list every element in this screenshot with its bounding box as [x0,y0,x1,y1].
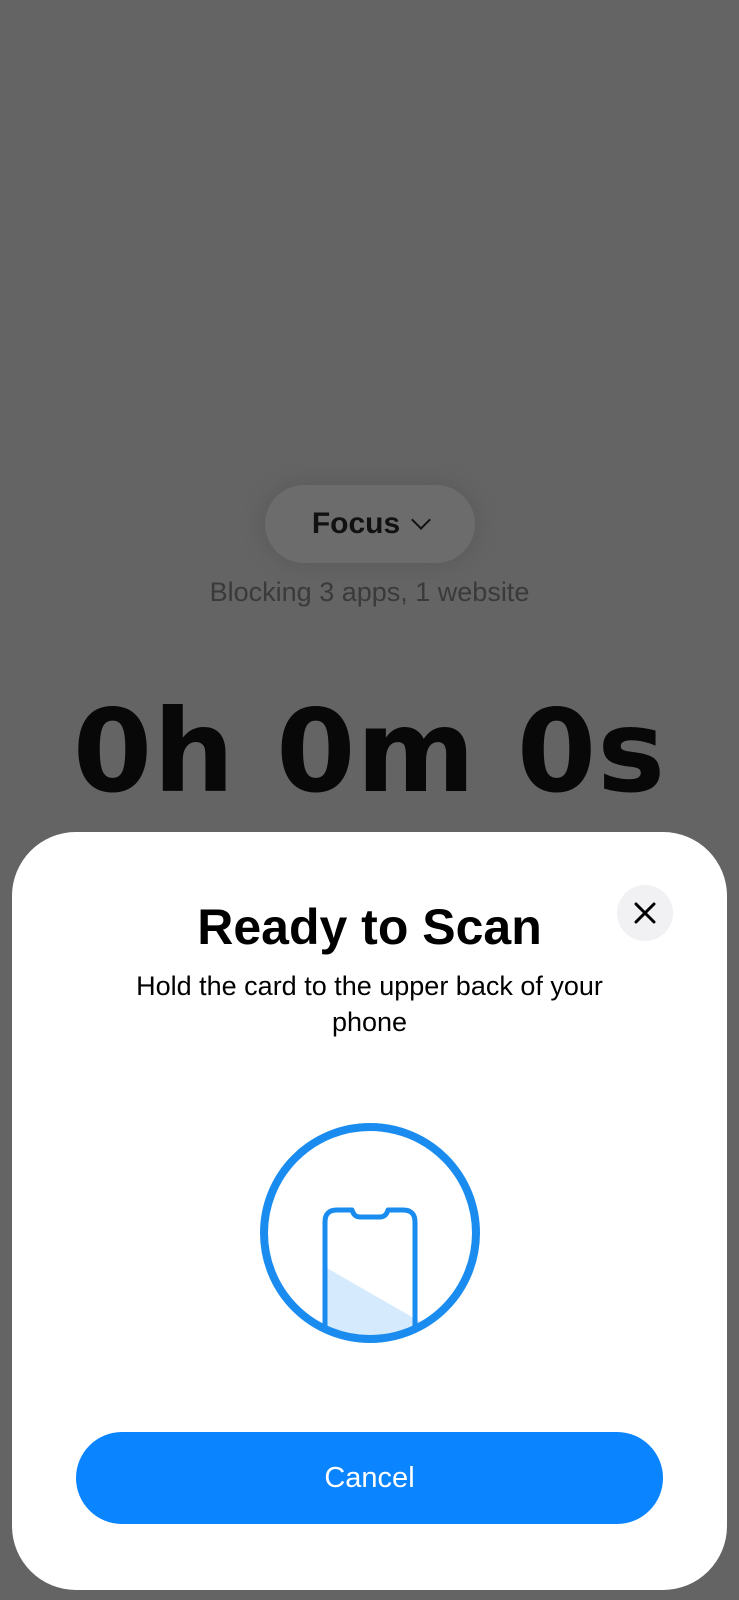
phone-nfc-scan-icon [260,1123,480,1343]
focus-mode-label: Focus [311,507,401,540]
timer-display: 0h 0m 0s [72,685,667,818]
scan-sheet: Ready to Scan Hold the card to the upper… [12,832,727,1590]
cancel-button-label: Cancel [324,1461,415,1494]
screen: Focus Blocking 3 apps, 1 website 0h 0m 0… [0,0,739,1600]
cancel-button[interactable]: Cancel [76,1432,663,1524]
sheet-title: Ready to Scan [197,899,542,955]
focus-mode-selector[interactable]: Focus [265,485,475,563]
blocking-summary: Blocking 3 apps, 1 website [209,577,530,607]
chevron-down-icon [411,510,432,530]
sheet-subtitle: Hold the card to the upper back of your … [136,971,603,1037]
